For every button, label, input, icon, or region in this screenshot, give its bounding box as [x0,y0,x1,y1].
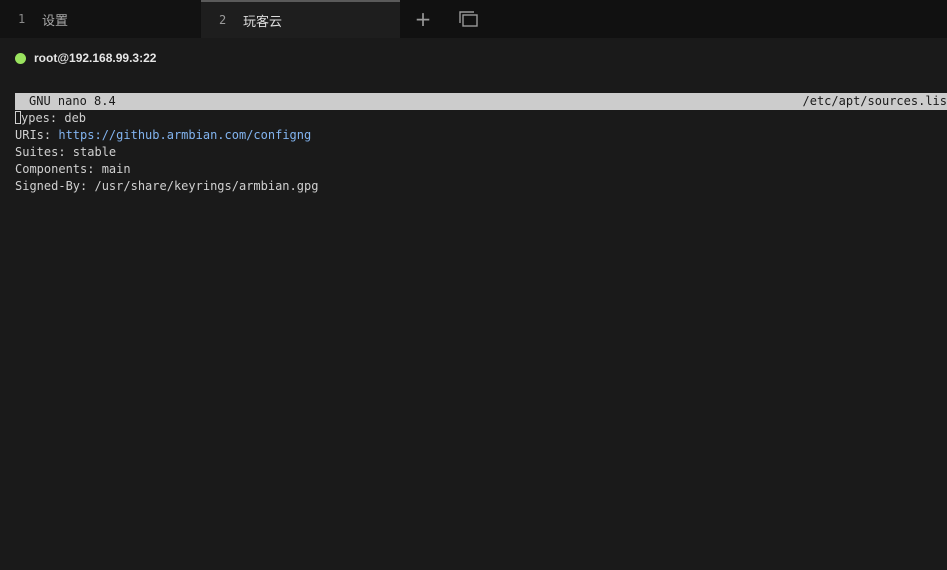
file-line: Signed-By: /usr/share/keyrings/armbian.g… [15,178,947,195]
file-line: URIs: https://github.armbian.com/confign… [15,127,947,144]
file-line: ypes: deb [15,110,947,127]
tab-wankeyun[interactable]: 2 玩客云 [201,0,400,38]
connection-status-dot [15,52,26,64]
nano-title: GNU nano 8.4 [29,94,116,108]
tab-label: 设置 [42,13,69,29]
file-line: Components: main [15,161,947,178]
line-text: Signed-By: /usr/share/keyrings/armbian.g… [15,179,319,193]
session-header: root@192.168.99.3:22 [15,50,156,66]
file-line: Suites: stable [15,144,947,161]
tab-label: 玩客云 [243,14,283,30]
tab-number: 2 [219,13,227,27]
tab-settings[interactable]: 1 设置 [0,0,200,38]
tab-bar: 1 设置 2 玩客云 + [0,0,947,38]
terminal[interactable]: GNU nano 8.4 /etc/apt/sources.lis ypes: … [15,93,947,195]
plus-icon[interactable]: + [410,7,436,31]
nano-title-bar: GNU nano 8.4 /etc/apt/sources.lis [15,93,947,110]
session-label: root@192.168.99.3:22 [34,51,157,65]
line-url[interactable]: https://github.armbian.com/configng [58,128,311,142]
file-content[interactable]: ypes: deb URIs: https://github.armbian.c… [15,110,947,195]
windows-icon[interactable] [456,7,482,31]
tab-number: 1 [18,12,26,26]
line-text: Suites: stable [15,145,117,159]
nano-filename: /etc/apt/sources.lis [802,94,947,108]
line-text: Components: main [15,162,131,176]
